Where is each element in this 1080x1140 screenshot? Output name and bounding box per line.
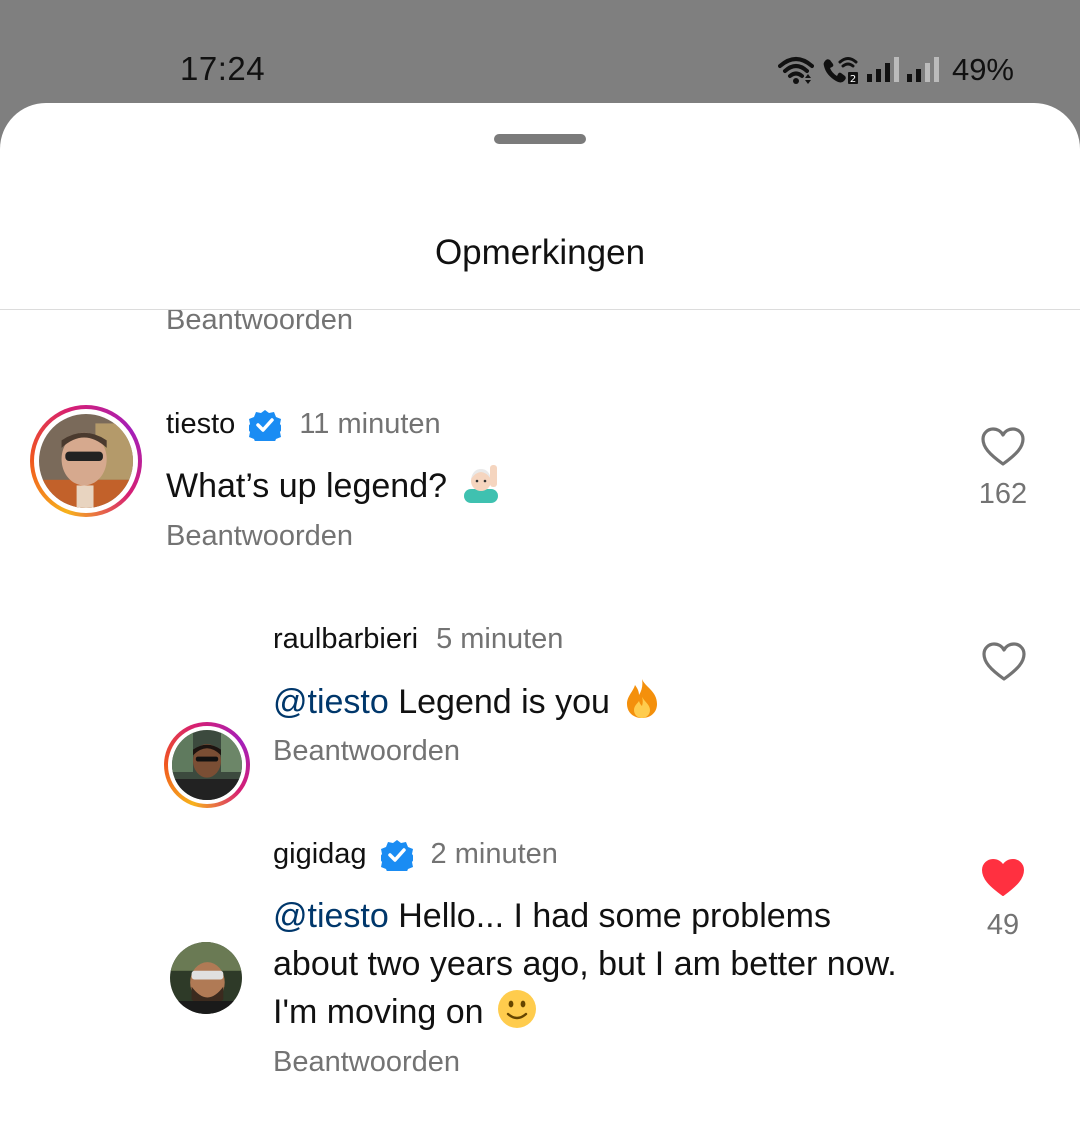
like-control [964, 642, 1044, 687]
like-control: 162 [963, 427, 1043, 511]
profile-photo-icon [39, 414, 133, 508]
sheet-drag-handle[interactable] [494, 134, 586, 144]
verified-badge-icon [378, 839, 415, 876]
like-control: 49 [963, 858, 1043, 942]
profile-photo-icon [172, 730, 242, 800]
like-count: 162 [978, 478, 1028, 510]
reply-body-line: about two years ago, but I am better now… [273, 945, 897, 983]
reply-username[interactable]: gigidag [273, 838, 367, 871]
battery-level: 49% [951, 52, 1014, 87]
like-count: 49 [986, 909, 1020, 941]
raising-hand-emoji-icon [460, 463, 502, 516]
heart-outline-icon[interactable] [963, 427, 1043, 472]
status-bar: 17:24 2 49% [0, 0, 1080, 103]
reply-button[interactable]: Beantwoorden [166, 310, 353, 337]
reply-text: @tiesto Hello... I had some problems abo… [273, 892, 963, 1042]
mention-link[interactable]: @tiesto [273, 897, 389, 935]
wifi-icon [777, 55, 814, 85]
verified-badge-icon [247, 409, 284, 446]
reply-timestamp: 2 minuten [430, 838, 558, 870]
profile-photo-icon [170, 942, 242, 1014]
comment-text: What’s up legend? [166, 462, 502, 516]
avatar[interactable] [30, 405, 142, 517]
reply-username[interactable]: raulbarbieri [273, 623, 418, 656]
mention-link[interactable]: @tiesto [273, 683, 389, 721]
heart-outline-icon[interactable] [964, 642, 1044, 687]
comment-body: What’s up legend? [166, 467, 448, 505]
avatar[interactable] [164, 722, 250, 808]
comment-username[interactable]: tiesto [166, 408, 235, 441]
status-icons: 2 49% [777, 50, 1014, 90]
sheet-title: Opmerkingen [434, 233, 646, 272]
comment-timestamp: 11 minuten [299, 408, 441, 440]
reply-body-line: Hello... I had some problems [388, 897, 831, 935]
reply-button[interactable]: Beantwoorden [273, 735, 460, 768]
svg-text:2: 2 [850, 74, 856, 85]
reply-button[interactable]: Beantwoorden [273, 1046, 460, 1079]
reply-timestamp: 5 minuten [436, 623, 564, 655]
slightly-smiling-emoji-icon [497, 989, 537, 1042]
reply-meta: raulbarbieri 5 minuten [273, 623, 563, 656]
avatar[interactable] [170, 942, 242, 1014]
fire-emoji-icon [623, 677, 661, 732]
reply-meta: gigidag 2 minuten [273, 838, 558, 876]
reply-text: @tiesto Legend is you [273, 677, 661, 732]
comments-list[interactable]: Beantwoorden tiesto 11 minuten What’s up… [0, 310, 1080, 1140]
wifi-call-icon: 2 [820, 55, 860, 85]
comments-sheet: Opmerkingen Beantwoorden tiesto 11 minut… [0, 103, 1080, 1140]
signal-icon [906, 55, 940, 85]
comment-meta: tiesto 11 minuten [166, 408, 441, 446]
reply-button[interactable]: Beantwoorden [166, 520, 353, 553]
reply-body-line: I'm moving on [273, 993, 484, 1031]
reply-body: Legend is you [388, 683, 610, 721]
signal-icon [866, 55, 900, 85]
status-time: 17:24 [180, 50, 266, 87]
heart-filled-icon[interactable] [963, 858, 1043, 903]
